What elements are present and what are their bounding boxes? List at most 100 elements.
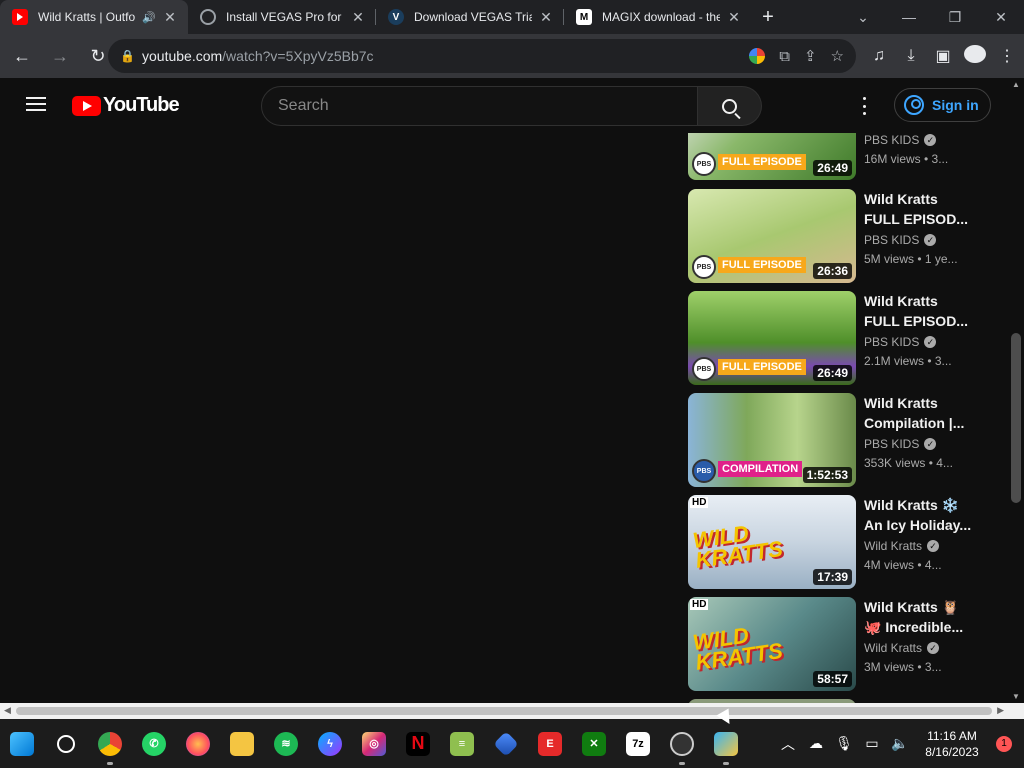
horizontal-scroll-thumb[interactable]: [16, 707, 992, 715]
spotify-icon[interactable]: ≋: [264, 719, 308, 768]
instagram-icon[interactable]: ◎: [352, 719, 396, 768]
channel-name[interactable]: PBS KIDS ✓: [864, 437, 984, 451]
google-lens-icon[interactable]: [749, 48, 766, 64]
search-button[interactable]: [698, 86, 762, 126]
xbox-icon[interactable]: ✕: [572, 719, 616, 768]
related-video[interactable]: PBS FULL EPISODE 26:49 Wild Kratts FULL E…: [688, 291, 988, 385]
bookmark-star-icon[interactable]: ☆: [831, 47, 844, 65]
video-title[interactable]: Wild Kratts FULL EPISOD...: [864, 291, 984, 331]
related-video[interactable]: HD WILD KRATTS 17:39 Wild Kratts ❄️ An Icy…: [688, 495, 988, 589]
channel-name[interactable]: Wild Kratts ✓: [864, 539, 984, 553]
channel-label: Wild Kratts: [864, 641, 923, 655]
file-explorer-icon[interactable]: [220, 719, 264, 768]
clock[interactable]: 11:16 AM 8/16/2023: [914, 728, 990, 760]
share-icon[interactable]: ⇪: [804, 47, 817, 65]
video-thumbnail[interactable]: HD WILD KRATTS 17:39: [688, 495, 856, 589]
tab-install-vegas[interactable]: Install VEGAS Pro for fr ✕: [188, 0, 376, 34]
7zip-icon[interactable]: 7z: [616, 719, 660, 768]
windows-start-icon[interactable]: [0, 719, 44, 768]
minimize-button[interactable]: —: [886, 0, 932, 34]
video-title[interactable]: Wild Kratts FULL EPISOD...: [864, 189, 984, 229]
speaker-icon[interactable]: 🔊: [142, 11, 156, 24]
scroll-down-arrow[interactable]: ▼: [1012, 692, 1020, 701]
channel-name[interactable]: PBS KIDS ✓: [864, 133, 984, 147]
messenger-icon[interactable]: ϟ: [308, 719, 352, 768]
video-thumbnail[interactable]: PBS FULL EPISODE 26:49: [688, 133, 856, 180]
channel-label: PBS KIDS: [864, 233, 920, 247]
video-title[interactable]: Wild Kratts 🦉 🐙 Incredible...: [864, 597, 984, 637]
side-panel-icon[interactable]: ▣: [932, 46, 954, 66]
verified-icon: ✓: [927, 642, 940, 654]
video-thumbnail[interactable]: PBS FULL EPISODE 26:36: [688, 189, 856, 283]
sign-in-label: Sign in: [932, 97, 979, 113]
compilation-tag: COMPILATION: [718, 461, 803, 477]
epic-icon[interactable]: E: [528, 719, 572, 768]
media-controls-icon[interactable]: ♫: [868, 47, 890, 65]
firefox-icon[interactable]: [176, 719, 220, 768]
horizontal-scrollbar[interactable]: ◀ ▶: [0, 703, 1008, 719]
close-tab-icon[interactable]: ✕: [726, 9, 742, 25]
notepad-icon[interactable]: ≡: [440, 719, 484, 768]
download-icon[interactable]: ⤓: [900, 47, 922, 65]
snipping-icon[interactable]: [704, 719, 748, 768]
search-input[interactable]: Search: [261, 86, 698, 126]
channel-name[interactable]: Wild Kratts ✓: [864, 641, 984, 655]
onedrive-icon[interactable]: ☁: [802, 735, 830, 752]
netflix-icon[interactable]: N: [396, 719, 440, 768]
chrome-icon[interactable]: [88, 719, 132, 768]
scroll-right-arrow[interactable]: ▶: [997, 705, 1004, 716]
forward-button[interactable]: →: [44, 40, 76, 72]
tab-magix[interactable]: M MAGIX download - the ✕: [564, 0, 752, 34]
close-tab-icon[interactable]: ✕: [162, 9, 178, 25]
tab-search-icon[interactable]: ⌄: [840, 0, 886, 34]
related-video[interactable]: PBS COMPILATION 1:52:53 Wild Kratts Compi…: [688, 393, 988, 487]
notification-badge[interactable]: 1: [996, 735, 1012, 752]
channel-name[interactable]: PBS KIDS ✓: [864, 233, 984, 247]
url-host: youtube.com: [142, 48, 223, 64]
new-tab-button[interactable]: +: [752, 0, 784, 34]
restore-button[interactable]: ❐: [932, 0, 978, 34]
tab-youtube[interactable]: Wild Kratts | Outfo 🔊 ✕: [0, 0, 188, 34]
close-tab-icon[interactable]: ✕: [350, 9, 366, 25]
scroll-left-arrow[interactable]: ◀: [4, 705, 11, 716]
browser-menu-icon[interactable]: ⋮: [996, 46, 1018, 66]
vertical-scroll-thumb[interactable]: [1011, 333, 1021, 503]
volume-icon[interactable]: 🔈: [886, 735, 914, 752]
vertical-scrollbar[interactable]: ▲ ▼: [1008, 78, 1024, 703]
window-controls: ⌄ — ❐ ✕: [840, 0, 1024, 34]
menu-icon[interactable]: [26, 97, 46, 111]
video-title[interactable]: Wild Kratts ❄️ An Icy Holiday...: [864, 495, 984, 535]
channel-name[interactable]: PBS KIDS ✓: [864, 335, 984, 349]
close-tab-icon[interactable]: ✕: [538, 9, 554, 25]
network-icon[interactable]: ▭: [858, 735, 886, 752]
app-icon[interactable]: [484, 719, 528, 768]
related-video[interactable]: PBS FULL EPISODE 26:49 PBS KIDS ✓ 16M vie…: [688, 133, 988, 180]
microphone-icon[interactable]: 🎙: [830, 735, 858, 752]
video-thumbnail[interactable]: HD WILD KRATTS 58:57: [688, 597, 856, 691]
obs-icon[interactable]: [660, 719, 704, 768]
whatsapp-icon[interactable]: ✆: [132, 719, 176, 768]
video-thumbnail[interactable]: PBS COMPILATION 1:52:53: [688, 393, 856, 487]
related-video[interactable]: HD WILD KRATTS 58:57 Wild Kratts 🦉 🐙 Incre…: [688, 597, 988, 691]
video-thumbnail[interactable]: PBS FULL EPISODE 26:49: [688, 291, 856, 385]
more-options-icon[interactable]: [858, 97, 870, 115]
tab-title: Download VEGAS Trial: [414, 10, 532, 24]
verified-icon: ✓: [927, 540, 940, 552]
open-in-app-icon[interactable]: ⧉: [779, 48, 790, 65]
address-bar[interactable]: 🔒 youtube.com/watch?v=5XpyVz5Bb7c ⧉ ⇪ ☆: [108, 39, 856, 73]
related-video[interactable]: PBS FULL EPISODE 26:36 Wild Kratts FULL E…: [688, 189, 988, 283]
running-indicator: [679, 762, 685, 765]
close-window-button[interactable]: ✕: [978, 0, 1024, 34]
back-button[interactable]: ←: [6, 40, 38, 72]
scroll-up-arrow[interactable]: ▲: [1012, 80, 1020, 89]
sign-in-button[interactable]: Sign in: [894, 88, 991, 122]
video-duration: 26:49: [813, 365, 852, 381]
wild-kratts-logo: WILD KRATTS: [691, 520, 785, 573]
profile-icon[interactable]: [964, 44, 986, 68]
youtube-logo[interactable]: YouTube: [72, 94, 180, 117]
lock-icon[interactable]: 🔒: [120, 49, 135, 63]
tab-download-vegas[interactable]: V Download VEGAS Trial ✕: [376, 0, 564, 34]
show-hidden-icons[interactable]: ︿: [774, 734, 802, 754]
video-title[interactable]: Wild Kratts Compilation |...: [864, 393, 984, 433]
search-icon[interactable]: [44, 719, 88, 768]
